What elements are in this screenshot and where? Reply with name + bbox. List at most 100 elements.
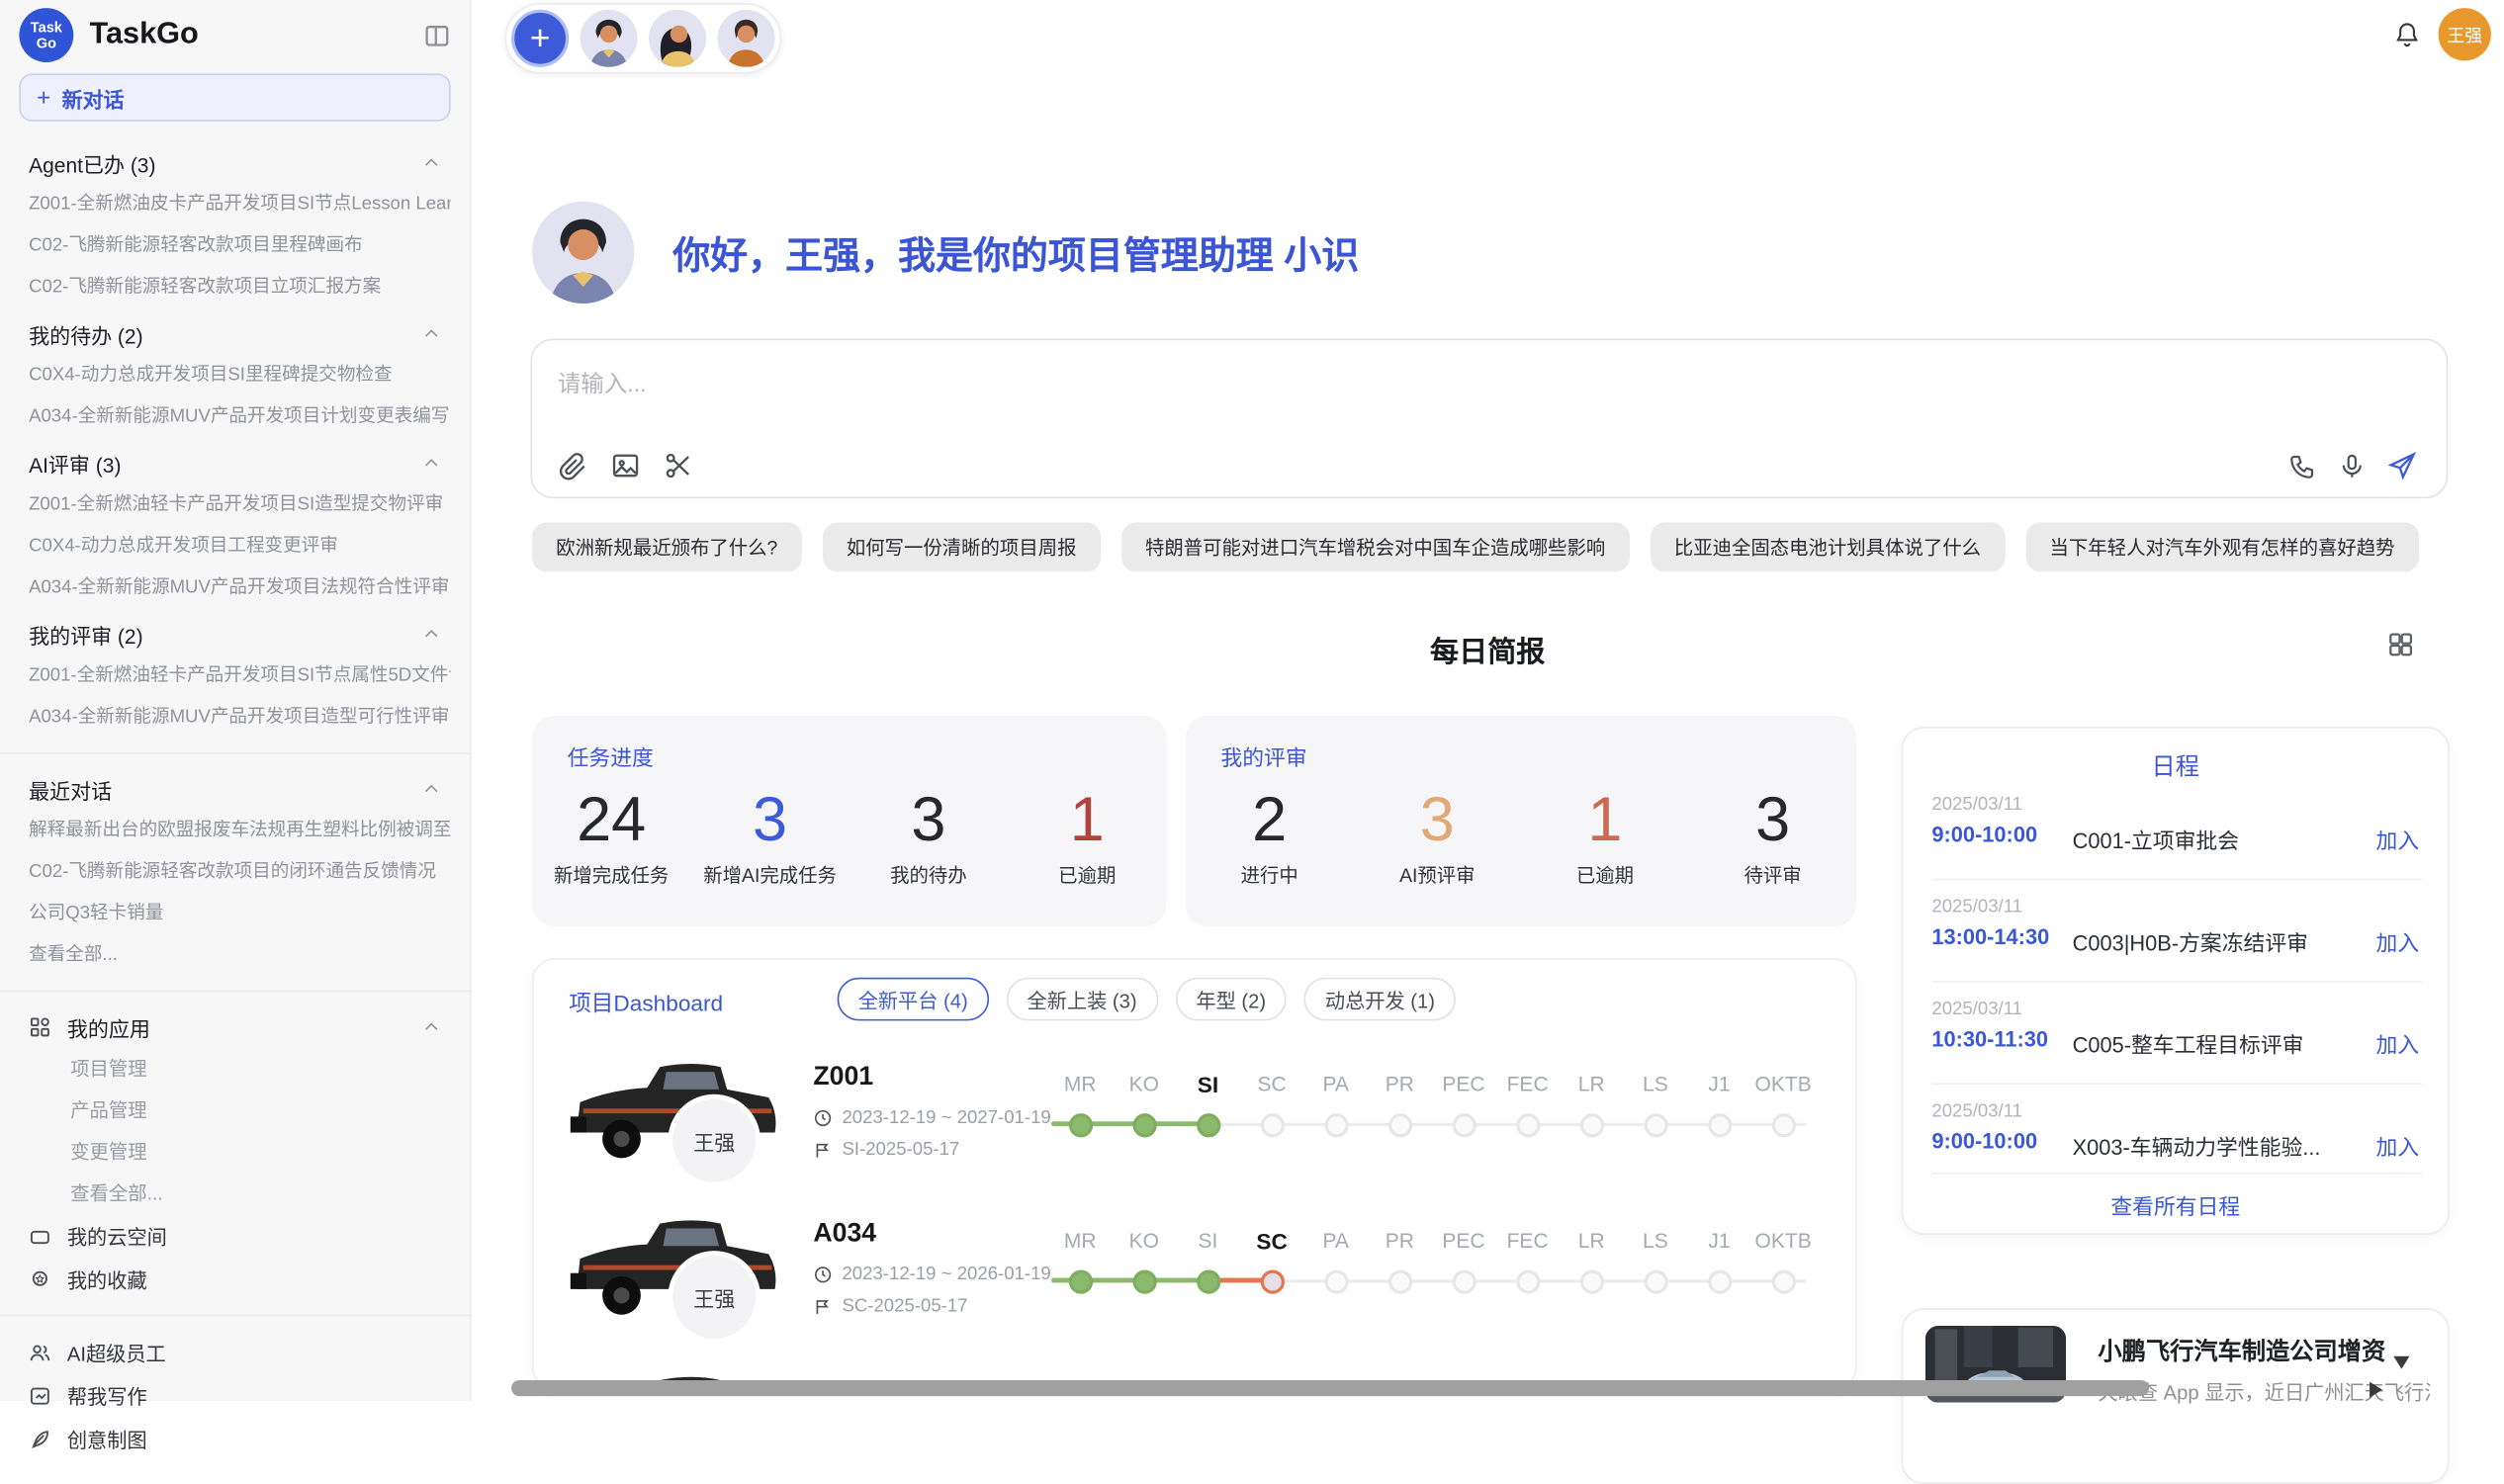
chevron-up-icon[interactable] (422, 779, 441, 798)
schedule-title: 日程 (1903, 749, 2448, 783)
people-icon (29, 1341, 51, 1363)
horizontal-scrollbar-thumb[interactable] (511, 1380, 2149, 1396)
sidebar-item[interactable]: C02-飞腾新能源轻客改款项目立项汇报方案 (19, 267, 450, 308)
dashboard-title: 项目Dashboard (569, 988, 723, 1019)
chat-input[interactable] (545, 353, 2328, 452)
owner-badge: 王强 (668, 1251, 760, 1344)
milestone-dot-done (1069, 1113, 1093, 1137)
sidebar-item-ai-super-staff[interactable]: AI超级员工 (19, 1331, 450, 1374)
milestone-dot (1708, 1113, 1732, 1137)
event-time: 13:00-14:30 (1931, 924, 2049, 948)
conversation-toolbar: + (505, 3, 782, 73)
sidebar-item-favorites[interactable]: 我的收藏 (19, 1258, 450, 1301)
task-progress-card: 任务进度 24新增完成任务 3新增AI完成任务 3我的待办 1已逾期 (532, 716, 1166, 926)
milestone-dot (1453, 1113, 1476, 1137)
add-conversation-button[interactable]: + (511, 10, 569, 67)
chevron-up-icon[interactable] (422, 454, 441, 473)
section-my-todo[interactable]: 我的待办 (2) (19, 313, 450, 355)
milestone-dot-done (1069, 1269, 1093, 1293)
milestone-dot (1453, 1269, 1476, 1293)
avatar-agent-3[interactable] (717, 10, 774, 67)
chevron-up-icon[interactable] (422, 1017, 441, 1036)
user-avatar[interactable]: 王强 (2439, 8, 2491, 60)
write-doc-icon (29, 1384, 51, 1407)
recent-chat-item[interactable]: 解释最新出台的欧盟报废车法规再生塑料比例被调至15%... (19, 810, 450, 851)
phone-icon[interactable] (2288, 451, 2317, 480)
sidebar-item[interactable]: Z001-全新燃油皮卡产品开发项目SI节点Lesson Learn报告 (19, 184, 450, 225)
section-agent-done[interactable]: Agent已办 (3) (19, 142, 450, 184)
section-my-review[interactable]: 我的评审 (2) (19, 613, 450, 655)
app-item-change-mgmt[interactable]: 变更管理 (19, 1131, 450, 1173)
section-ai-review[interactable]: AI评审 (3) (19, 443, 450, 484)
milestone-dot (1388, 1113, 1412, 1137)
apps-view-all[interactable]: 查看全部... (19, 1173, 450, 1214)
microphone-icon[interactable] (2338, 451, 2367, 480)
layout-grid-icon[interactable] (2387, 631, 2414, 666)
event-date: 2025/03/11 (1931, 898, 2022, 917)
project-code: A034 (813, 1219, 876, 1250)
suggestion-chip[interactable]: 如何写一份清晰的项目周报 (823, 522, 1101, 571)
image-icon[interactable] (610, 451, 641, 481)
join-link[interactable]: 加入 (2376, 1027, 2420, 1059)
join-link[interactable]: 加入 (2376, 1129, 2420, 1161)
sidebar-item[interactable]: Z001-全新燃油轻卡产品开发项目SI造型提交物评审 (19, 484, 450, 526)
scroll-right-arrow[interactable] (2370, 1382, 2382, 1398)
chevron-up-icon[interactable] (422, 625, 441, 644)
sidebar-item-help-me-write[interactable]: 帮我写作 (19, 1374, 450, 1418)
sidebar-item[interactable]: A034-全新新能源MUV产品开发项目造型可行性评审 (19, 696, 450, 738)
chevron-up-icon[interactable] (422, 153, 441, 172)
recent-chat-item[interactable]: C02-飞腾新能源轻客改款项目的闭环通告反馈情况 (19, 851, 450, 893)
milestone-dot (1516, 1113, 1540, 1137)
suggestion-chip[interactable]: 当下年轻人对汽车外观有怎样的喜好趋势 (2025, 522, 2418, 571)
quill-icon (29, 1428, 51, 1450)
app-item-product-mgmt[interactable]: 产品管理 (19, 1090, 450, 1131)
event-time: 9:00-10:00 (1931, 1129, 2037, 1153)
recent-chat-item[interactable]: 公司Q3轻卡销量 (19, 893, 450, 934)
scissors-icon[interactable] (664, 451, 694, 481)
chevron-up-icon[interactable] (422, 324, 441, 343)
section-my-apps[interactable]: 我的应用 (19, 1006, 450, 1048)
section-recent-chats[interactable]: 最近对话 (19, 768, 450, 810)
suggestion-chip[interactable]: 特朗普可能对进口汽车增税会对中国车企造成哪些影响 (1121, 522, 1630, 571)
chat-input-box (530, 339, 2448, 499)
cloud-box-icon (29, 1224, 51, 1247)
assistant-avatar (532, 202, 634, 304)
tab-powertrain-dev[interactable]: 动总开发 (1) (1304, 978, 1456, 1021)
collapse-sidebar-icon[interactable] (423, 22, 450, 48)
notification-bell-icon[interactable] (2393, 21, 2420, 56)
tab-model-year[interactable]: 年型 (2) (1175, 978, 1287, 1021)
milestone-label: OKTB (1736, 1072, 1832, 1095)
attachment-icon[interactable] (558, 451, 588, 481)
owner-badge: 王强 (668, 1094, 760, 1187)
sidebar-list: Agent已办 (3) Z001-全新燃油皮卡产品开发项目SI节点Lesson … (0, 122, 470, 1460)
join-link[interactable]: 加入 (2376, 823, 2420, 854)
app-item-project-mgmt[interactable]: 项目管理 (19, 1048, 450, 1090)
avatar-agent-2[interactable] (649, 10, 706, 67)
join-link[interactable]: 加入 (2376, 924, 2420, 956)
scroll-down-arrow[interactable] (2393, 1356, 2409, 1369)
suggestion-chip[interactable]: 欧洲新规最近颁布了什么? (532, 522, 802, 571)
divider (1931, 1173, 2422, 1175)
tab-new-platform[interactable]: 全新平台 (4) (838, 978, 989, 1021)
stat-overdue: 1已逾期 (1008, 786, 1166, 888)
recent-view-all[interactable]: 查看全部... (19, 934, 450, 976)
milestone-dot (1772, 1269, 1796, 1293)
avatar-agent-1[interactable] (580, 10, 637, 67)
send-icon[interactable] (2387, 451, 2418, 481)
sidebar-item-cloud-space[interactable]: 我的云空间 (19, 1214, 450, 1258)
milestone-label: OKTB (1736, 1228, 1832, 1252)
sidebar-item[interactable]: Z001-全新燃油轻卡产品开发项目SI节点属性5D文件评审 (19, 655, 450, 696)
sidebar-item-creative-drawing[interactable]: 创意制图 (19, 1417, 450, 1460)
sidebar-item[interactable]: C0X4-动力总成开发项目工程变更评审 (19, 526, 450, 567)
greeting-block: 你好，王强，我是你的项目管理助理 小识 (532, 202, 1359, 304)
tab-new-body[interactable]: 全新上装 (3) (1007, 978, 1158, 1021)
medal-icon (29, 1267, 51, 1290)
suggestion-chip[interactable]: 比亚迪全固态电池计划具体说了什么 (1651, 522, 2006, 571)
sidebar-item[interactable]: C02-飞腾新能源轻客改款项目里程碑画布 (19, 225, 450, 267)
sidebar-item[interactable]: A034-全新新能源MUV产品开发项目计划变更表编写 (19, 396, 450, 438)
new-chat-button[interactable]: + 新对话 (19, 73, 450, 121)
sidebar-item[interactable]: A034-全新新能源MUV产品开发项目法规符合性评审 (19, 567, 450, 609)
sidebar-item[interactable]: C0X4-动力总成开发项目SI里程碑提交物检查 (19, 355, 450, 396)
suggestion-chips: 欧洲新规最近颁布了什么? 如何写一份清晰的项目周报 特朗普可能对进口汽车增税会对… (532, 522, 2419, 571)
view-all-schedule-link[interactable]: 查看所有日程 (1903, 1188, 2448, 1220)
